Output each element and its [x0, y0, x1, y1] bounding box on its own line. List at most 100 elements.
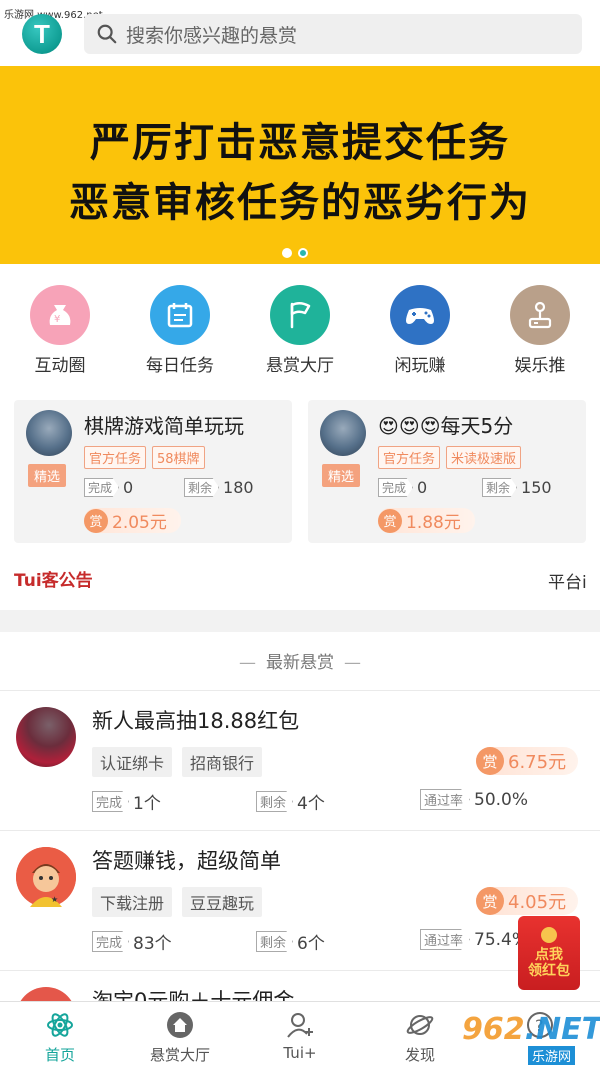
task-tag: 米读极速版: [446, 446, 522, 469]
add-user-icon: [287, 1013, 313, 1038]
watermark-cn: 乐游网: [528, 1046, 576, 1065]
reward-badge: 赏: [378, 508, 402, 533]
nav-label: 首页: [44, 1046, 75, 1064]
stat-value: 0: [417, 478, 428, 497]
category-label: 悬赏大厅: [266, 356, 334, 376]
stat-done: 完成 83个: [92, 929, 172, 954]
featured-task-card[interactable]: 精选 😍😍😍每天5分 官方任务 米读极速版 完成 0 剩余 150 赏 1.88…: [308, 400, 586, 543]
nav-home[interactable]: 首页: [0, 1002, 120, 1067]
carousel-dots: [282, 248, 308, 258]
carousel-dot[interactable]: [282, 248, 292, 258]
nav-tui-plus[interactable]: Tui+: [240, 1002, 360, 1067]
task-title: 答题赚钱，超级简单: [92, 849, 281, 873]
task-tags: 认证绑卡 招商银行: [92, 747, 263, 777]
svg-text:★: ★: [51, 895, 58, 904]
category-grid: ¥ 互动圈 每日任务 悬赏大厅 闲玩赚 娱乐推: [0, 285, 600, 385]
featured-tags: 官方任务 58棋牌: [84, 446, 205, 469]
banner-line-1: 严厉打击恶意提交任务: [90, 120, 510, 166]
avatar: [320, 410, 366, 456]
stat-label: 剩余: [184, 478, 220, 497]
stat-value: 6个: [297, 934, 325, 954]
promo-banner[interactable]: 严厉打击恶意提交任务 恶意审核任务的恶劣行为: [0, 66, 600, 264]
reward-badge: 赏: [476, 887, 504, 915]
reward-pill: 赏 2.05元: [84, 508, 181, 533]
stat-label: 剩余: [482, 478, 518, 497]
search-bar[interactable]: 搜索你感兴趣的悬赏: [84, 14, 582, 54]
reward-amount: 2.05元: [112, 513, 167, 533]
featured-stats: 完成 0 剩余 180: [84, 478, 254, 497]
red-packet-button[interactable]: 点我 领红包: [518, 916, 580, 990]
category-daily-task[interactable]: 每日任务: [120, 285, 240, 385]
stat-value: 1个: [133, 794, 161, 814]
nav-label: 发现: [404, 1046, 435, 1064]
task-tag: 官方任务: [84, 446, 147, 469]
category-entertainment[interactable]: 娱乐推: [480, 285, 600, 385]
coin-icon: [541, 927, 557, 943]
category-label: 娱乐推: [514, 356, 566, 376]
carousel-dot-active[interactable]: [298, 248, 308, 258]
featured-badge: 精选: [322, 464, 361, 487]
category-label: 闲玩赚: [394, 356, 446, 376]
reward-pill: 赏 1.88元: [378, 508, 475, 533]
notice-ticker[interactable]: 平台i: [548, 568, 587, 593]
stat-value: 4个: [297, 794, 325, 814]
notice-label: Tui客公告: [14, 571, 93, 591]
money-bag-icon: ¥: [30, 285, 90, 345]
avatar: ★: [16, 847, 76, 907]
stat-label: 通过率: [420, 789, 471, 810]
featured-title: 😍😍😍每天5分: [378, 414, 514, 438]
stat-value: 0: [123, 478, 134, 497]
stat-left: 剩余 180: [184, 478, 254, 497]
app-logo[interactable]: T: [22, 14, 62, 54]
reward-amount: 6.75元: [508, 752, 567, 773]
planet-icon: [406, 1015, 434, 1035]
red-packet-line-1: 点我: [535, 947, 563, 963]
stat-label: 完成: [378, 478, 414, 497]
cartoon-avatar-icon: ★: [16, 847, 76, 907]
task-tag: 招商银行: [182, 747, 263, 777]
avatar: [26, 410, 72, 456]
nav-reward-hall[interactable]: 悬赏大厅: [120, 1002, 240, 1067]
task-tags: 下载注册 豆豆趣玩: [92, 887, 263, 917]
category-reward-hall[interactable]: 悬赏大厅: [240, 285, 360, 385]
list-item[interactable]: ★ 答题赚钱，超级简单 下载注册 豆豆趣玩 赏 4.05元 完成 83个 剩余 6个…: [0, 830, 600, 970]
gamepad-icon: [390, 285, 450, 345]
list-item[interactable]: 新人最高抽18.88红包 认证绑卡 招商银行 赏 6.75元 完成 1个 剩余 4个…: [0, 690, 600, 830]
stat-pass-rate: 通过率 75.4%: [420, 929, 528, 950]
home-icon: [167, 1012, 193, 1038]
reward-pill: 赏 4.05元: [476, 887, 579, 915]
nav-label: Tui+: [283, 1044, 317, 1062]
stat-left: 剩余 150: [482, 478, 552, 497]
task-tag: 下载注册: [92, 887, 173, 917]
stat-done: 完成 1个: [92, 789, 161, 814]
featured-tags: 官方任务 米读极速版: [378, 446, 522, 469]
featured-task-card[interactable]: 精选 棋牌游戏简单玩玩 官方任务 58棋牌 完成 0 剩余 180 赏 2.05…: [14, 400, 292, 543]
nav-label: 悬赏大厅: [149, 1046, 210, 1064]
stat-pass-rate: 通过率 50.0%: [420, 789, 528, 810]
stat-label: 完成: [84, 478, 120, 497]
stat-value: 150: [521, 478, 552, 497]
stat-label: 通过率: [420, 929, 471, 950]
stat-label: 剩余: [256, 931, 294, 952]
reward-amount: 4.05元: [508, 892, 567, 913]
task-tag: 豆豆趣玩: [182, 887, 263, 917]
stat-done: 完成 0: [84, 478, 184, 497]
red-packet-line-2: 领红包: [528, 963, 570, 979]
stat-value: 50.0%: [474, 789, 529, 810]
stat-value: 180: [223, 478, 254, 497]
category-label: 互动圈: [34, 356, 86, 376]
stat-left: 剩余 6个: [256, 929, 325, 954]
search-icon: [97, 24, 117, 44]
category-label: 每日任务: [146, 356, 214, 376]
category-play-earn[interactable]: 闲玩赚: [360, 285, 480, 385]
reward-amount: 1.88元: [406, 513, 461, 533]
featured-title: 棋牌游戏简单玩玩: [84, 414, 244, 438]
reward-badge: 赏: [476, 747, 504, 775]
stat-label: 完成: [92, 931, 130, 952]
search-placeholder: 搜索你感兴趣的悬赏: [126, 24, 298, 47]
stat-label: 剩余: [256, 791, 294, 812]
watermark-net: .NET: [524, 1012, 600, 1047]
stat-left: 剩余 4个: [256, 789, 325, 814]
stat-value: 83个: [133, 934, 172, 954]
category-interact-circle[interactable]: ¥ 互动圈: [0, 285, 120, 385]
